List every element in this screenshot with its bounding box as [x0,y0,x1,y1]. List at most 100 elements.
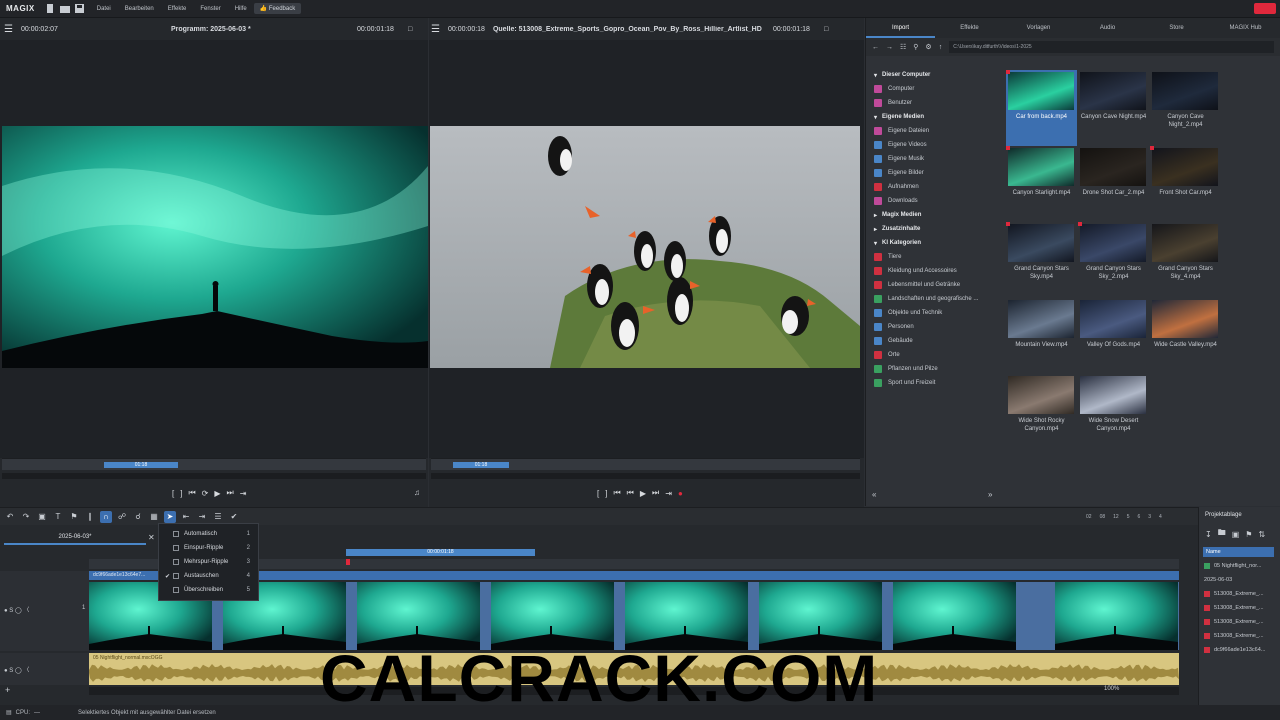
tree-item[interactable]: Downloads [866,194,1002,208]
media-thumbnail[interactable]: Grand Canyon Stars Sky.mp4 [1006,222,1077,298]
hamburger-icon[interactable]: ☰ [4,24,13,35]
source-step-back-icon[interactable]: ⏮ [627,488,634,498]
source-next-icon[interactable]: ⏭ [652,488,659,498]
tree-item[interactable]: Eigene Dateien [866,124,1002,138]
menu-item-effekte[interactable]: Effekte [161,6,194,12]
menu-item-datei[interactable]: Datei [90,6,118,12]
group-icon[interactable]: ▦ [148,511,160,523]
media-thumbnail[interactable]: Car from back.mp4 [1006,70,1077,146]
ripple-icon[interactable]: ☰ [212,511,224,523]
menu-item-fenster[interactable]: Fenster [193,6,227,12]
project-item[interactable]: 513008_Extreme_... [1199,601,1280,615]
title-icon[interactable]: T [52,511,64,523]
tree-item[interactable]: ▸ Zusatzinhalte [866,222,1002,236]
tree-item[interactable]: Sport und Freizeit [866,376,1002,390]
project-marker-icon[interactable]: ⚑ [1245,530,1252,539]
tree-item[interactable]: Benutzer [866,96,1002,110]
expand-arrow-icon[interactable]: ▸ [874,212,877,219]
insert-mode-icon[interactable]: ⇤ [180,511,192,523]
tree-item[interactable]: Orte [866,348,1002,362]
tree-item[interactable]: ▾ KI Kategorien [866,236,1002,250]
expand-arrow-icon[interactable]: ▸ [874,226,877,233]
tab-magix-hub[interactable]: MAGIX Hub [1211,25,1280,31]
tree-scroll-left-icon[interactable]: « [872,490,876,499]
magnet-icon[interactable]: ∩ [100,510,112,523]
source-video-area[interactable] [429,40,864,458]
playhead[interactable] [346,559,350,565]
menu-item-bearbeiten[interactable]: Bearbeiten [118,6,161,12]
media-thumbnail[interactable]: Wide Castle Valley.mp4 [1150,298,1221,374]
mark-out-icon[interactable]: ] [180,489,182,498]
media-thumbnail[interactable]: Grand Canyon Stars Sky_2.mp4 [1078,222,1149,298]
gear-icon[interactable]: ⚙ [925,43,931,51]
expand-arrow-icon[interactable]: ▾ [874,114,877,121]
unlink-icon[interactable]: ☌ [132,511,144,523]
open-folder-icon[interactable] [59,4,70,13]
tab-effekte[interactable]: Effekte [935,25,1004,31]
tree-item[interactable]: Objekte und Technik [866,306,1002,320]
tree-item[interactable]: ▾ Eigene Medien [866,110,1002,124]
back-arrow-icon[interactable]: ← [872,44,879,51]
edit-mode-option[interactable]: Einspur-Ripple 2 [159,541,258,555]
project-item[interactable]: 513008_Extreme_... [1199,587,1280,601]
tree-item[interactable]: ▸ Magix Medien [866,208,1002,222]
tree-item[interactable]: Eigene Videos [866,138,1002,152]
program-scrub-range[interactable]: 01:18 [104,462,178,468]
tree-item[interactable]: ▾ Dieser Computer [866,68,1002,82]
mark-in-icon[interactable]: [ [172,489,174,498]
add-track-icon[interactable]: + [5,685,10,695]
source-hamburger-icon[interactable]: ☰ [431,24,440,35]
loop-icon[interactable]: ⟳ [202,489,209,498]
timeline-tab[interactable]: 2025-06-03* [4,531,146,545]
edit-mode-option[interactable]: ✔ Austauschen 4 [159,569,258,583]
cut-icon[interactable]: ✔ [228,511,240,523]
feedback-button[interactable]: 👍 Feedback [253,3,302,14]
link-icon[interactable]: ☍ [116,511,128,523]
project-item[interactable]: dc9f66ade1e13c64... [1199,643,1280,657]
edit-mode-option[interactable]: Automatisch 1 [159,527,258,541]
project-item[interactable]: 2025-06-03 [1199,573,1280,587]
tree-item[interactable]: Landschaften und geografische ... [866,292,1002,306]
tree-item[interactable]: Aufnahmen [866,180,1002,194]
folder-icon[interactable]: 🖿 [1218,527,1226,541]
record-icon[interactable]: ● [678,489,683,498]
tab-store[interactable]: Store [1142,25,1211,31]
zoom-level[interactable]: 100% [1104,686,1119,692]
name-column-header[interactable]: Name [1203,547,1274,557]
tab-vorlagen[interactable]: Vorlagen [1004,25,1073,31]
sort-icon[interactable]: ⇅ [1258,530,1265,539]
marker-icon[interactable]: ⚑ [68,511,80,523]
program-scrubber[interactable]: 01:18 [2,458,426,470]
new-file-icon[interactable] [45,4,55,13]
media-thumbnail[interactable]: Drone Shot Car_2.mp4 [1078,146,1149,222]
play-icon[interactable]: ▶ [214,489,220,498]
tree-item[interactable]: Computer [866,82,1002,96]
zoom-ruler[interactable]: 02 08 12 5 6 3 4 [1086,514,1162,520]
search-icon[interactable]: ⚲ [913,43,918,51]
source-mark-out-icon[interactable]: ] [605,489,607,498]
tab-import[interactable]: Import [866,18,935,38]
tree-item[interactable]: Lebensmittel und Getränke [866,278,1002,292]
tree-scroll-right-icon[interactable]: » [988,490,992,499]
delete-icon[interactable]: ▣ [36,511,48,523]
fullscreen-icon[interactable]: □ [408,26,412,33]
video-clip[interactable] [893,582,1016,650]
program-video-area[interactable] [0,40,428,458]
menu-item-hilfe[interactable]: Hilfe [228,6,254,12]
up-folder-icon[interactable]: ↑ [939,44,943,51]
tree-item[interactable]: Pflanzen und Pilze [866,362,1002,376]
edit-mode-option[interactable]: Mehrspur-Ripple 3 [159,555,258,569]
end-icon[interactable]: ⇥ [240,489,247,498]
expand-arrow-icon[interactable]: ▾ [874,240,877,247]
media-thumbnail[interactable]: Front Shot Car.mp4 [1150,146,1221,222]
video-clip[interactable] [1055,582,1178,650]
media-thumbnail[interactable]: Wide Snow Desert Canyon.mp4 [1078,374,1149,450]
media-thumbnail[interactable]: Canyon Starlight.mp4 [1006,146,1077,222]
project-item[interactable]: 513008_Extreme_... [1199,629,1280,643]
close-tab-icon[interactable]: ✕ [148,533,155,542]
undo-icon[interactable]: ↶ [4,511,16,523]
media-thumbnail[interactable]: Grand Canyon Stars Sky_4.mp4 [1150,222,1221,298]
source-end-icon[interactable]: ⇥ [665,489,672,498]
import-icon[interactable]: ↧ [1205,530,1212,539]
media-thumbnail[interactable]: Mountain View.mp4 [1006,298,1077,374]
